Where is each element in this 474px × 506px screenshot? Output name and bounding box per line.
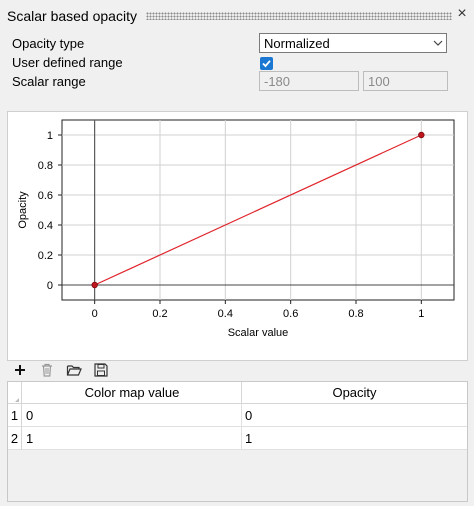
table-row[interactable]: 2 1 1 — [8, 427, 467, 450]
y-tick-label: 0.8 — [38, 160, 53, 172]
opacity-type-select[interactable]: Normalized — [259, 33, 447, 53]
opacity-cell[interactable]: 0 — [242, 404, 467, 427]
panel-header: Scalar based opacity × — [0, 0, 474, 30]
open-folder-icon[interactable] — [66, 362, 82, 378]
row-number[interactable]: 1 — [8, 404, 22, 427]
x-tick-label: 0 — [92, 308, 98, 320]
column-header-opacity[interactable]: Opacity — [242, 382, 467, 404]
y-tick-label: 0.6 — [38, 190, 53, 202]
y-axis-label: Opacity — [17, 191, 29, 229]
delete-icon[interactable] — [39, 362, 55, 378]
x-tick-label: 1 — [418, 308, 424, 320]
y-tick-label: 0.4 — [38, 220, 53, 232]
color-map-table: Color map value Opacity 1 0 0 2 1 1 — [7, 381, 468, 502]
x-axis-label: Scalar value — [228, 327, 289, 339]
x-tick-label: 0.6 — [283, 308, 298, 320]
y-tick-label: 1 — [47, 130, 53, 142]
y-tick-label: 0 — [47, 280, 53, 292]
row-number[interactable]: 2 — [8, 427, 22, 450]
save-icon[interactable] — [93, 362, 109, 378]
column-header-color-map-value[interactable]: Color map value — [23, 382, 242, 404]
chevron-down-icon — [433, 40, 443, 46]
opacity-cell[interactable]: 1 — [242, 427, 467, 450]
scalar-range-max-input[interactable]: 100 — [363, 71, 448, 91]
opacity-type-label: Opacity type — [12, 36, 85, 51]
close-button[interactable]: × — [455, 5, 469, 23]
color-map-value-cell[interactable]: 0 — [23, 404, 242, 427]
x-tick-label: 0.8 — [348, 308, 363, 320]
scalar-range-label: Scalar range — [12, 74, 86, 89]
scalar-range-min-input[interactable]: -180 — [259, 71, 359, 91]
x-tick-label: 0.2 — [152, 308, 167, 320]
color-map-value-cell[interactable]: 1 — [23, 427, 242, 450]
panel-title: Scalar based opacity — [7, 8, 137, 24]
data-point — [91, 281, 98, 289]
data-point — [418, 131, 425, 139]
table-header: Color map value Opacity — [8, 382, 467, 404]
opacity-chart[interactable]: 0 0.2 0.4 0.6 0.8 1 0 0.2 0.4 0.6 0.8 1 Scalar value… — [7, 111, 468, 361]
x-tick-label: 0.4 — [218, 308, 233, 320]
opacity-chart-plot: 0 0.2 0.4 0.6 0.8 1 0 0.2 0.4 0.6 0.8 1 Scalar value… — [17, 119, 455, 339]
panel-drag-handle[interactable] — [146, 12, 452, 20]
add-icon[interactable] — [12, 362, 28, 378]
user-defined-range-checkbox[interactable] — [260, 57, 273, 70]
select-all-corner[interactable] — [8, 382, 22, 404]
opacity-type-value: Normalized — [264, 36, 330, 51]
y-tick-label: 0.2 — [38, 250, 53, 262]
table-row[interactable]: 1 0 0 — [8, 404, 467, 427]
check-icon — [262, 60, 271, 68]
user-defined-range-label: User defined range — [12, 55, 123, 70]
